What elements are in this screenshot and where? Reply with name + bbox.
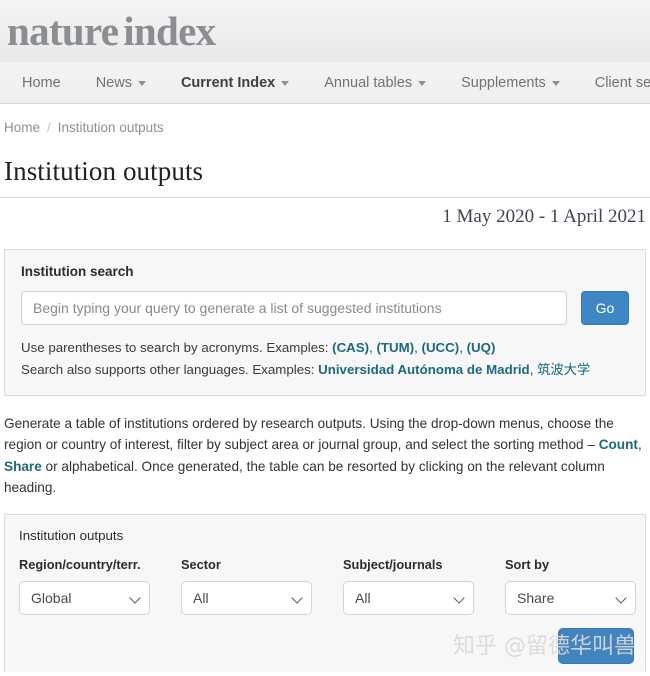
nav-label-annual-tables: Annual tables <box>324 75 412 91</box>
filter-label-region: Region/country/terr. <box>19 557 150 572</box>
filter-sector: Sector All <box>181 557 312 615</box>
filters-panel-title: Institution outputs <box>19 528 631 543</box>
select-wrap-region: Global <box>19 581 150 615</box>
breadcrumb: Home / Institution outputs <box>0 104 650 135</box>
nav-item-client-services[interactable]: Client serv <box>595 75 650 91</box>
example-link-tum[interactable]: (TUM) <box>376 340 414 355</box>
chevron-down-icon <box>138 81 146 86</box>
filter-label-sector: Sector <box>181 557 312 572</box>
nav-label-news: News <box>96 75 132 91</box>
select-wrap-sector: All <box>181 581 312 615</box>
page-description: Generate a table of institutions ordered… <box>4 413 646 499</box>
nav-item-annual-tables[interactable]: Annual tables <box>324 75 447 91</box>
select-wrap-sort-by: Share <box>505 581 636 615</box>
chevron-down-icon <box>418 81 426 86</box>
nav-label-home: Home <box>22 75 61 91</box>
breadcrumb-separator: / <box>47 120 51 135</box>
nav-item-home[interactable]: Home <box>22 75 82 91</box>
watermark-platform: 知乎 <box>453 634 497 659</box>
institution-outputs-filters: Institution outputs Region/country/terr.… <box>4 514 646 672</box>
filter-region: Region/country/terr. Global <box>19 557 150 615</box>
breadcrumb-home[interactable]: Home <box>4 120 40 135</box>
example-link-uam[interactable]: Universidad Autónoma de Madrid <box>318 362 530 377</box>
logo-word-nature: nature <box>7 8 118 54</box>
example-link-uq[interactable]: (UQ) <box>467 340 496 355</box>
nav-label-supplements: Supplements <box>461 75 546 91</box>
main-navigation: Home News Current Index Annual tables Su… <box>0 62 650 104</box>
select-sector[interactable]: All <box>181 581 312 615</box>
acronym-hint-text: Use parentheses to search by acronyms. E… <box>21 340 332 355</box>
nav-item-supplements[interactable]: Supplements <box>461 75 581 91</box>
language-hint-text: Search also supports other languages. Ex… <box>21 362 318 377</box>
search-go-button[interactable]: Go <box>581 291 629 325</box>
date-range-label: 1 May 2020 - 1 April 2021 <box>0 198 650 228</box>
page-title: Institution outputs <box>4 156 650 187</box>
language-hint: Search also supports other languages. Ex… <box>21 360 629 380</box>
nav-item-news[interactable]: News <box>96 75 167 91</box>
filter-subject: Subject/journals All <box>343 557 474 615</box>
example-link-cas[interactable]: (CAS) <box>332 340 369 355</box>
page-root: natureindex Home News Current Index Annu… <box>0 0 650 676</box>
description-part1: Generate a table of institutions ordered… <box>4 416 614 452</box>
description-part2: or alphabetical. Once generated, the tab… <box>4 459 605 495</box>
nav-label-current-index: Current Index <box>181 75 275 91</box>
filter-label-subject: Subject/journals <box>343 557 474 572</box>
example-link-ucc[interactable]: (UCC) <box>422 340 460 355</box>
chevron-down-icon <box>281 81 289 86</box>
breadcrumb-current: Institution outputs <box>58 120 164 135</box>
filter-row: Region/country/terr. Global Sector All S… <box>19 557 631 615</box>
institution-search-title: Institution search <box>21 264 629 279</box>
logo-word-index: index <box>123 8 215 54</box>
select-subject[interactable]: All <box>343 581 474 615</box>
filter-sort-by: Sort by Share <box>505 557 636 615</box>
select-sort-by[interactable]: Share <box>505 581 636 615</box>
nature-index-logo[interactable]: natureindex <box>7 11 215 52</box>
generate-table-button[interactable] <box>558 628 634 664</box>
select-wrap-subject: All <box>343 581 474 615</box>
search-row: Go <box>21 291 629 325</box>
institution-search-input[interactable] <box>21 291 567 325</box>
filter-label-sort-by: Sort by <box>505 557 636 572</box>
select-region[interactable]: Global <box>19 581 150 615</box>
example-link-tsukuba[interactable]: 筑波大学 <box>537 362 590 377</box>
nav-label-client-services: Client serv <box>595 75 650 91</box>
site-masthead: natureindex <box>0 0 650 62</box>
acronym-hint: Use parentheses to search by acronyms. E… <box>21 338 629 358</box>
link-share[interactable]: Share <box>4 459 42 474</box>
description-comma: , <box>638 437 642 452</box>
institution-search-panel: Institution search Go Use parentheses to… <box>4 249 646 396</box>
chevron-down-icon <box>552 81 560 86</box>
link-count[interactable]: Count <box>599 437 638 452</box>
nav-item-current-index[interactable]: Current Index <box>181 75 310 91</box>
